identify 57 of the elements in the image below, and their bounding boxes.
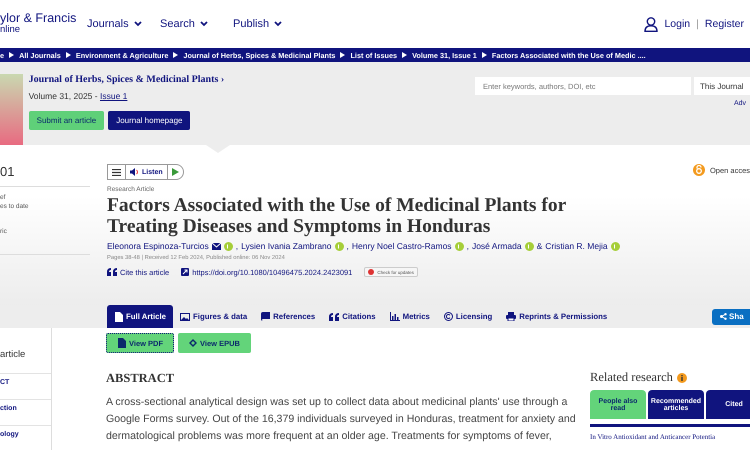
image-icon xyxy=(180,312,190,320)
article-title: Factors Associated with the Use of Medicinal Plants for Treating Diseases and Symptoms in Honduras xyxy=(107,195,567,237)
author-separator: & xyxy=(536,241,542,251)
abstract-text: A cross-sectional analytical design was set up to collect data about medicinal plants' use through a Google Forms survey. Out of the 16,379 individuals surveyed in Honduras, treatment for anxiety and dermatological problems was more frequent at an older age. Treatments for symptoms of fever, xyxy=(106,395,576,444)
author-separator: , xyxy=(346,241,349,251)
login-link[interactable]: Login xyxy=(664,18,690,30)
divider-text: | xyxy=(696,18,699,30)
diamond-icon xyxy=(189,339,198,347)
quote-icon xyxy=(107,268,117,276)
user-icon[interactable] xyxy=(644,16,658,32)
printer-icon xyxy=(506,312,516,321)
author-link[interactable]: José Armada xyxy=(472,241,522,251)
search-scope-dropdown[interactable]: This Journal xyxy=(694,77,750,95)
author-link[interactable]: Henry Noel Castro-Ramos xyxy=(352,241,452,251)
chevron-down-icon xyxy=(274,21,282,27)
share-icon xyxy=(720,313,727,320)
external-link-icon xyxy=(181,268,190,276)
orcid-icon[interactable] xyxy=(454,242,464,250)
author-separator: , xyxy=(466,241,469,251)
file-icon xyxy=(114,312,123,322)
menu-icon xyxy=(112,168,121,176)
share-button[interactable]: Sha xyxy=(712,308,750,324)
nav-menu[interactable]: Search xyxy=(160,18,233,30)
volume-text: Volume 31, 2025 - xyxy=(28,91,98,101)
logo-text[interactable]: ylor & Francis xyxy=(0,12,87,24)
chevron-down-icon xyxy=(134,21,142,27)
nav-menu[interactable]: Publish xyxy=(233,18,306,30)
journal-button[interactable]: Journal homepage xyxy=(108,111,190,130)
author-link[interactable]: Cristian R. Mejia xyxy=(545,241,608,251)
quote-icon xyxy=(329,312,340,320)
abstract-heading: ABSTRACT xyxy=(106,371,176,386)
nav-menu[interactable]: Journals xyxy=(87,18,160,30)
open-access-icon xyxy=(692,164,705,176)
issue-link[interactable]: Issue 1 xyxy=(100,91,128,101)
author-separator: , xyxy=(236,241,238,251)
journal-cover-image[interactable] xyxy=(0,74,23,145)
info-icon[interactable] xyxy=(676,372,687,382)
orcid-icon[interactable] xyxy=(610,242,620,250)
play-icon xyxy=(172,168,179,176)
envelope-icon[interactable] xyxy=(212,242,221,250)
file-icon xyxy=(117,338,126,348)
chevron-down-icon xyxy=(200,21,208,27)
author-link[interactable]: Lysien Ivania Zambrano xyxy=(241,241,332,251)
bar-chart-icon xyxy=(390,312,400,321)
author-link[interactable]: Eleonora Espinoza-Turcios xyxy=(107,241,209,251)
related-research-heading: Related research xyxy=(590,370,673,385)
register-link[interactable]: Register xyxy=(704,18,744,30)
metric-count: 01 xyxy=(0,164,16,181)
orcid-icon[interactable] xyxy=(334,242,344,250)
orcid-icon[interactable] xyxy=(524,242,534,250)
logo-subtext[interactable]: nline xyxy=(0,24,87,36)
speaker-icon xyxy=(130,168,139,176)
journal-button[interactable]: Submit an article xyxy=(28,111,104,130)
copyright-icon xyxy=(444,312,453,321)
chevron-text: › xyxy=(220,74,224,85)
outline-link[interactable]: article xyxy=(0,346,51,374)
journal-title-link[interactable]: Journal of Herbs, Spices & Medicinal Plants xyxy=(28,74,218,85)
